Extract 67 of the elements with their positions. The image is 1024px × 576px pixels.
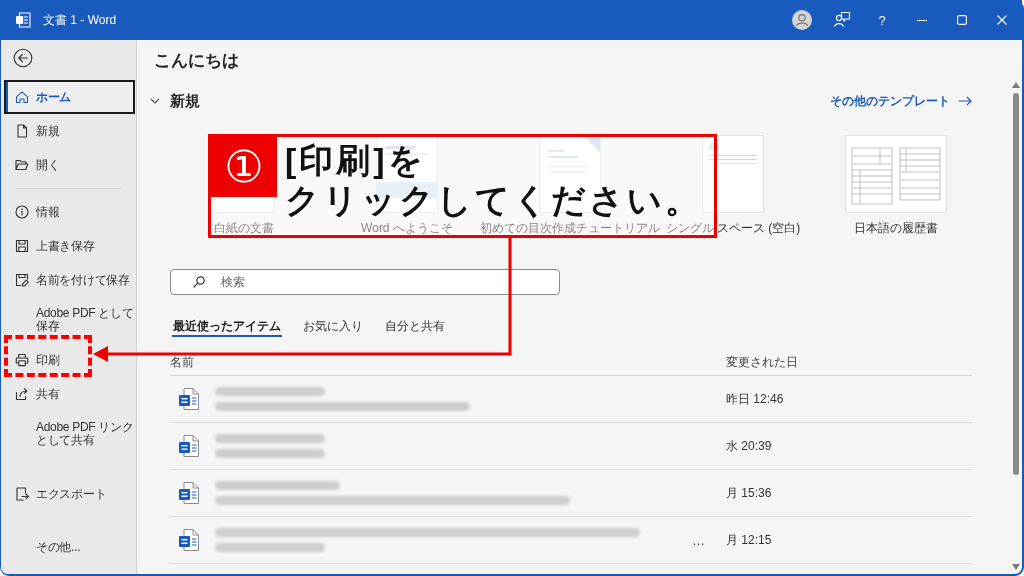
document-icon — [178, 481, 200, 505]
sidebar-item[interactable]: 印刷 — [4, 343, 135, 377]
modified-date: 月 12:15 — [726, 531, 772, 549]
template-name: シングル スペース (空白) — [665, 220, 801, 236]
printer-icon — [15, 353, 29, 367]
floppy-pencil-icon — [15, 273, 29, 287]
search-icon — [193, 276, 205, 288]
modified-date: 昨日 12:46 — [726, 390, 784, 408]
callout-text: クリックしてください。 — [285, 180, 702, 220]
template-name: 日本語の履歴書 — [854, 220, 938, 236]
home-icon — [15, 90, 29, 104]
template-thumbnail[interactable] — [703, 136, 763, 212]
scroll-down-icon[interactable] — [1012, 564, 1020, 570]
column-header: 変更された日 — [726, 354, 798, 371]
info-icon — [15, 205, 29, 219]
recent-file-row[interactable]: 月 15:36 — [170, 470, 972, 517]
document-icon — [178, 434, 200, 458]
step-number: ① — [211, 137, 277, 197]
sidebar-item[interactable]: 名前を付けて保存 — [4, 263, 135, 297]
template-name: 初めての目次作成チュートリアル — [480, 220, 660, 236]
greeting-heading: こんにちは — [154, 50, 239, 72]
feedback-icon[interactable] — [833, 11, 851, 29]
tab[interactable]: お気に入り — [302, 317, 364, 337]
account-icon[interactable] — [792, 10, 812, 30]
section-heading: 新規 — [170, 91, 200, 111]
sidebar-item[interactable]: 新規 — [4, 114, 135, 148]
column-header: 名前 — [170, 354, 194, 371]
sidebar-item[interactable]: 共有 — [4, 377, 135, 411]
folder-icon — [15, 158, 29, 172]
back-icon[interactable] — [13, 48, 33, 68]
recent-file-row[interactable]: 昨日 12:46 — [170, 376, 972, 423]
sidebar-item[interactable]: 上書き保存 — [4, 229, 135, 263]
scroll-up-icon[interactable] — [1012, 82, 1020, 88]
sidebar-item[interactable]: Adobe PDF リンクとして共有 — [4, 411, 135, 457]
save-icon — [15, 239, 29, 253]
document-icon — [15, 124, 29, 138]
maximize-icon[interactable] — [957, 15, 967, 25]
tab[interactable]: 最近使ったアイテム — [172, 317, 282, 337]
export-icon — [15, 487, 29, 501]
sidebar-item[interactable]: 情報 — [4, 195, 135, 229]
more-button[interactable]: … — [692, 532, 705, 548]
scrollbar-thumb[interactable] — [1013, 93, 1019, 475]
more-templates-link[interactable]: その他のテンプレート — [830, 92, 972, 110]
document-icon — [178, 387, 200, 411]
callout-text: [印刷]を — [285, 140, 426, 180]
window-title: 文書 1 - Word — [43, 11, 117, 29]
chevron-down-icon[interactable] — [150, 96, 160, 106]
sidebar-item[interactable]: その他... — [4, 531, 135, 564]
tab[interactable]: 自分と共有 — [384, 317, 446, 337]
arrow-right-icon — [958, 96, 972, 106]
sidebar-item[interactable]: ホーム — [4, 80, 135, 114]
modified-date: 水 20:39 — [726, 437, 772, 455]
search-field[interactable]: 検索 — [170, 269, 560, 295]
modified-date: 月 15:36 — [726, 484, 772, 502]
template-name: 白紙の文書 — [214, 220, 274, 236]
template-thumbnail[interactable] — [846, 136, 946, 212]
sidebar-item[interactable]: エクスポート — [4, 477, 135, 511]
template-name: Word へようこそ — [361, 220, 453, 236]
recent-file-row[interactable]: 水 20:39 — [170, 423, 972, 470]
share-icon — [15, 387, 29, 401]
close-icon[interactable] — [997, 15, 1007, 25]
sidebar-item[interactable]: Adobe PDF として保存 — [4, 297, 135, 343]
help-button[interactable]: ? — [878, 12, 886, 28]
app-logo-icon — [15, 12, 31, 28]
sidebar-item[interactable]: 開く — [4, 148, 135, 182]
recent-file-row[interactable]: … 月 12:15 — [170, 517, 972, 564]
document-icon — [178, 528, 200, 552]
